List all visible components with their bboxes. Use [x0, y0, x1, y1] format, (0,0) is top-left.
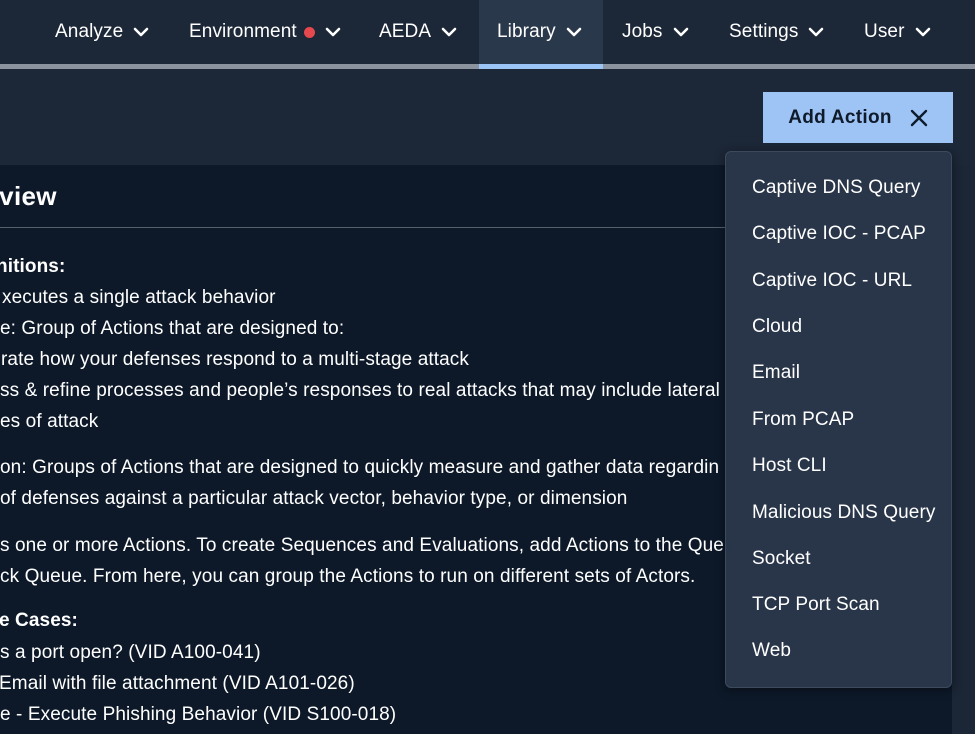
text-line: of defenses against a particular attack … — [0, 488, 628, 509]
menu-item-captive-ioc-pcap[interactable]: Captive IOC - PCAP — [752, 223, 926, 245]
add-action-label: Add Action — [788, 106, 892, 128]
nav-item-label: User — [864, 21, 905, 42]
panel-divider — [0, 227, 740, 228]
text-line: es of attack — [0, 411, 99, 432]
menu-item-captive-dns-query[interactable]: Captive DNS Query — [752, 177, 921, 199]
menu-item-from-pcap[interactable]: From PCAP — [752, 409, 854, 431]
nav-item-aeda[interactable]: AEDA — [379, 0, 457, 64]
chevron-down-icon — [325, 27, 341, 37]
panel-title: review — [0, 181, 57, 211]
nav-item-label: Analyze — [55, 21, 124, 42]
menu-item-captive-ioc-url[interactable]: Captive IOC - URL — [752, 270, 912, 292]
text-line: e: Group of Actions that are designed to… — [0, 318, 345, 339]
nav-item-label: Jobs — [622, 21, 663, 42]
chevron-down-icon — [566, 27, 582, 37]
menu-item-tcp-port-scan[interactable]: TCP Port Scan — [752, 594, 880, 616]
list-item: s a port open? (VID A100-041) — [0, 642, 261, 663]
nav-item-label: Library — [497, 21, 556, 42]
use-cases-heading: e Cases: — [0, 610, 78, 631]
nav-item-jobs[interactable]: Jobs — [622, 0, 689, 64]
alert-dot-icon — [303, 26, 315, 38]
text-line: ck Queue. From here, you can group the A… — [0, 566, 696, 587]
nav-item-environment[interactable]: Environment — [189, 0, 341, 64]
list-item: e - Execute Phishing Behavior (VID S100-… — [0, 704, 397, 725]
nav-item-settings[interactable]: Settings — [729, 0, 824, 64]
chevron-down-icon — [441, 27, 457, 37]
nav-item-user[interactable]: User — [864, 0, 931, 64]
text-line: on: Groups of Actions that are designed … — [0, 457, 720, 478]
text-line: ss & refine processes and people’s respo… — [0, 380, 720, 401]
nav-item-label: Environment — [189, 21, 297, 42]
nav-item-label: Settings — [729, 21, 799, 42]
top-nav: Analyze Environment AEDA Library Jobs Se… — [0, 0, 975, 64]
chevron-down-icon — [133, 27, 149, 37]
menu-item-cloud[interactable]: Cloud — [752, 316, 802, 338]
menu-item-socket[interactable]: Socket — [752, 548, 811, 570]
nav-item-label: AEDA — [379, 21, 432, 42]
text-line: rate how your defenses respond to a mult… — [1, 349, 469, 370]
text-line: s one or more Actions. To create Sequenc… — [0, 535, 735, 556]
nav-item-library[interactable]: Library — [479, 0, 603, 64]
menu-item-web[interactable]: Web — [752, 640, 791, 662]
definitions-heading: nitions: — [0, 256, 66, 277]
nav-item-analyze[interactable]: Analyze — [55, 0, 149, 64]
text-line: xecutes a single attack behavior — [2, 287, 276, 308]
add-action-dropdown: Captive DNS Query Captive IOC - PCAP Cap… — [725, 151, 952, 688]
menu-item-malicious-dns-query[interactable]: Malicious DNS Query — [752, 502, 936, 524]
close-icon — [910, 109, 928, 126]
chevron-down-icon — [673, 27, 688, 37]
menu-item-email[interactable]: Email — [752, 362, 800, 384]
add-action-button[interactable]: Add Action — [763, 92, 953, 143]
menu-item-host-cli[interactable]: Host CLI — [752, 455, 827, 477]
chevron-down-icon — [809, 27, 824, 37]
list-item: Email with file attachment (VID A101-026… — [0, 673, 355, 694]
chevron-down-icon — [915, 27, 930, 37]
